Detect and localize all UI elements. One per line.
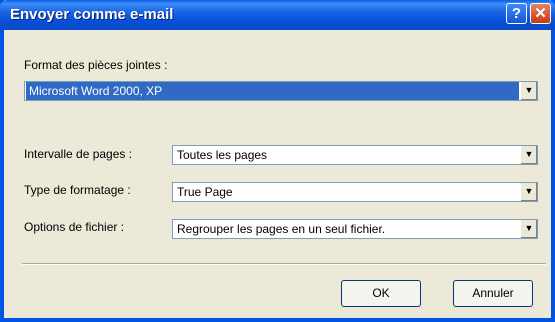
title-bar[interactable]: Envoyer comme e-mail ? ✕: [0, 0, 555, 30]
page-range-label: Intervalle de pages :: [24, 147, 133, 161]
chevron-down-icon[interactable]: ▼: [520, 146, 537, 164]
cancel-button[interactable]: Annuler: [453, 280, 533, 307]
page-range-select[interactable]: Toutes les pages ▼: [172, 145, 538, 165]
chevron-down-icon[interactable]: ▼: [520, 220, 537, 238]
format-select[interactable]: Microsoft Word 2000, XP ▼: [24, 81, 538, 101]
format-type-value: True Page: [177, 185, 233, 199]
file-options-select[interactable]: Regrouper les pages en un seul fichier. …: [172, 219, 538, 239]
file-options-label: Options de fichier :: [24, 220, 125, 234]
format-select-value: Microsoft Word 2000, XP: [26, 82, 519, 100]
ok-button[interactable]: OK: [341, 280, 421, 307]
window-title: Envoyer comme e-mail: [10, 6, 174, 23]
page-range-value: Toutes les pages: [177, 148, 268, 162]
format-label: Format des pièces jointes :: [24, 58, 168, 72]
chevron-down-icon[interactable]: ▼: [520, 183, 537, 201]
format-type-label: Type de formatage :: [24, 183, 131, 197]
file-options-value: Regrouper les pages en un seul fichier.: [177, 222, 386, 236]
send-as-email-dialog: Envoyer comme e-mail ? ✕ Format des pièc…: [0, 0, 555, 322]
close-button[interactable]: ✕: [530, 3, 551, 24]
chevron-down-icon[interactable]: ▼: [520, 82, 537, 100]
help-button[interactable]: ?: [506, 3, 527, 24]
format-type-select[interactable]: True Page ▼: [172, 182, 538, 202]
separator: [22, 263, 546, 265]
